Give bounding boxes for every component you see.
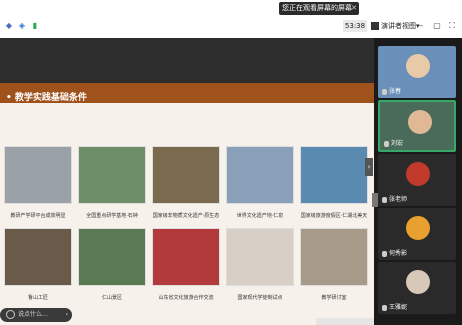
photo-caption: 山东省文化旅游合作交流 xyxy=(158,295,214,301)
maximize-icon[interactable]: ⛶ xyxy=(447,20,457,32)
meeting-toolbar: ◆ ◈ ▮ 您正在观看屏幕的屏幕 ✕ 53:38 演讲者视图▾ – ▢ ⛶ xyxy=(0,0,462,38)
mic-icon xyxy=(382,88,387,95)
photo-thumbnail xyxy=(300,228,368,286)
participant-tile[interactable]: 何秀影 xyxy=(378,208,456,260)
participant-tile[interactable]: 王雅妮 xyxy=(378,262,456,314)
photo-caption: 仁山景区 xyxy=(101,295,122,301)
chat-input[interactable]: 说点什么... ‹ xyxy=(0,308,72,322)
chat-placeholder: 说点什么... xyxy=(18,311,48,318)
photo-thumbnail xyxy=(4,146,72,204)
photo-caption: 鲁山工匠 xyxy=(27,295,48,301)
mic-icon xyxy=(382,196,387,203)
participant-avatar xyxy=(406,54,430,78)
photo-thumbnail xyxy=(78,146,146,204)
shield-icon[interactable]: ◈ xyxy=(17,21,27,31)
photo-thumbnail xyxy=(300,146,368,204)
signal-icon: ▮ xyxy=(32,21,38,30)
emoji-icon[interactable] xyxy=(6,310,15,319)
screen-share-banner: 您正在观看屏幕的屏幕 ✕ xyxy=(279,2,359,15)
participant-name: 王雅妮 xyxy=(382,302,407,311)
participant-avatar xyxy=(406,270,430,294)
participant-avatar xyxy=(406,162,430,186)
chevron-right-icon[interactable]: › xyxy=(365,158,373,176)
participant-name: 刘宏 xyxy=(384,138,403,147)
mic-icon xyxy=(382,304,387,311)
minimize-icon[interactable]: – xyxy=(416,20,426,32)
photo-caption: 教研产学研平台成效明显 xyxy=(10,213,66,219)
slide-header-dark xyxy=(0,38,374,83)
chevron-left-icon[interactable]: ‹ xyxy=(66,308,68,322)
photo-caption: 国家现代学徒制试点 xyxy=(237,295,283,301)
photo-thumbnail xyxy=(226,146,294,204)
participant-tile[interactable]: 刘宏 xyxy=(378,100,456,152)
slide-title: • 教学实践基础条件 xyxy=(6,93,87,103)
participant-name: 张老师 xyxy=(382,194,407,203)
photo-thumbnail xyxy=(4,228,72,286)
photo-thumbnail xyxy=(78,228,146,286)
security-shield-icon[interactable]: ◆ xyxy=(4,21,14,31)
photo-caption: 教学研讨室 xyxy=(321,295,347,301)
mic-icon xyxy=(382,250,387,257)
participant-name: 张春 xyxy=(382,86,401,95)
meeting-timer: 53:38 xyxy=(343,20,367,32)
photo-thumbnail xyxy=(152,228,220,286)
participant-avatar xyxy=(408,110,432,134)
participant-avatar xyxy=(406,216,430,240)
photo-caption: 世界文化遗产地·仁泉 xyxy=(236,213,284,219)
restore-icon[interactable]: ▢ xyxy=(432,20,442,32)
close-icon[interactable]: ✕ xyxy=(351,2,357,15)
participant-name: 何秀影 xyxy=(382,248,407,257)
participant-tile[interactable]: 张老师 xyxy=(378,154,456,206)
photo-thumbnail xyxy=(152,146,220,204)
participant-tile[interactable]: 张春 xyxy=(378,46,456,98)
photo-caption: 国家级旅游度假区·仁湖北美天 xyxy=(300,213,368,219)
photo-thumbnail xyxy=(226,228,294,286)
grid-icon xyxy=(371,22,379,30)
mic-icon xyxy=(384,140,389,147)
photo-caption: 国家级非物质文化遗产·原生态 xyxy=(152,213,220,219)
view-mode-label: 演讲者视图 xyxy=(381,22,416,30)
slide-footer-box xyxy=(316,318,374,325)
shared-slide: • 教学实践基础条件 教研产学研平台成效明显 全国重点研学基地·石钟 国家级非物… xyxy=(0,38,374,325)
photo-caption: 全国重点研学基地·石钟 xyxy=(86,213,138,219)
share-banner-text: 您正在观看屏幕的屏幕 xyxy=(282,4,352,12)
